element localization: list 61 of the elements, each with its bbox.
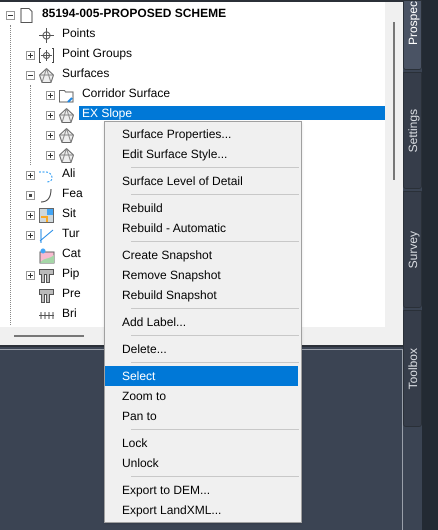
expand-icon[interactable] [46, 130, 55, 140]
tree-item[interactable]: Pre [59, 286, 84, 300]
menu-item[interactable]: Surface Level of Detail [105, 171, 298, 191]
tree-item[interactable]: Point Groups [59, 46, 136, 60]
expand-icon[interactable] [46, 150, 55, 160]
crosshair-icon [38, 26, 55, 44]
tree-item[interactable]: Tur [59, 226, 83, 240]
surface-icon [58, 106, 75, 124]
catchment-icon [38, 246, 55, 264]
expand-icon[interactable] [26, 170, 35, 180]
side-tab[interactable]: Prospec [403, 0, 422, 70]
site-icon [38, 206, 55, 224]
scrollbar[interactable] [14, 335, 84, 337]
surface-icon [38, 66, 55, 84]
expand-icon[interactable] [26, 210, 35, 220]
menu-item[interactable]: Create Snapshot [105, 245, 298, 265]
side-tab[interactable]: Toolbox [403, 310, 422, 427]
menu-item[interactable]: Zoom to [105, 386, 298, 406]
menu-item[interactable]: Surface Properties... [105, 124, 298, 144]
tree-item[interactable]: 85194-005-PROPOSED SCHEME [39, 6, 230, 20]
side-tab[interactable]: Survey [403, 191, 422, 308]
expand-icon[interactable] [26, 50, 35, 60]
tree-item[interactable]: Fea [59, 186, 86, 200]
tree-item[interactable]: EX Slope [79, 106, 385, 120]
document-icon [18, 6, 35, 24]
expand-icon[interactable] [26, 230, 35, 240]
scrollbar[interactable] [393, 22, 395, 180]
menu-item[interactable]: Add Label... [105, 312, 298, 332]
tree-item[interactable]: Corridor Surface [79, 86, 174, 100]
crosshair-icon [38, 46, 55, 64]
menu-item[interactable]: Remove Snapshot [105, 265, 298, 285]
menu-item[interactable]: Unlock [105, 453, 298, 473]
menu-item[interactable]: Select [105, 366, 298, 386]
menu-item[interactable]: Export to DEM... [105, 480, 298, 500]
collapse-icon[interactable] [6, 10, 15, 20]
menu-item[interactable]: Pan to [105, 406, 298, 426]
surface-icon [58, 126, 75, 144]
tree-item[interactable]: Sit [59, 206, 80, 220]
tree-item[interactable]: Surfaces [59, 66, 112, 80]
tree-item[interactable]: Pip [59, 266, 82, 280]
menu-item[interactable]: Export LandXML... [105, 500, 298, 520]
side-tab[interactable]: Settings [403, 72, 422, 189]
menu-item[interactable]: Lock [105, 433, 298, 453]
expand-icon[interactable] [26, 270, 35, 280]
tree-item[interactable]: Ali [59, 166, 78, 180]
tree-item[interactable]: Cat [59, 246, 84, 260]
menu-item[interactable]: Rebuild [105, 198, 298, 218]
node-icon[interactable] [26, 190, 35, 200]
menu-item[interactable]: Delete... [105, 339, 298, 359]
menu-item[interactable]: Rebuild Snapshot [105, 285, 298, 305]
expand-icon[interactable] [46, 110, 55, 120]
surface-icon [58, 146, 75, 164]
collapse-icon[interactable] [26, 70, 35, 80]
pipe-icon [38, 266, 55, 284]
tree-item[interactable]: Points [59, 26, 98, 40]
expand-icon[interactable] [46, 90, 55, 100]
menu-item[interactable]: Edit Surface Style... [105, 144, 298, 164]
menu-item[interactable]: Rebuild - Automatic [105, 218, 298, 238]
pipe-icon [38, 286, 55, 304]
tree-item[interactable]: Bri [59, 306, 80, 320]
survey-line-icon [38, 226, 55, 244]
